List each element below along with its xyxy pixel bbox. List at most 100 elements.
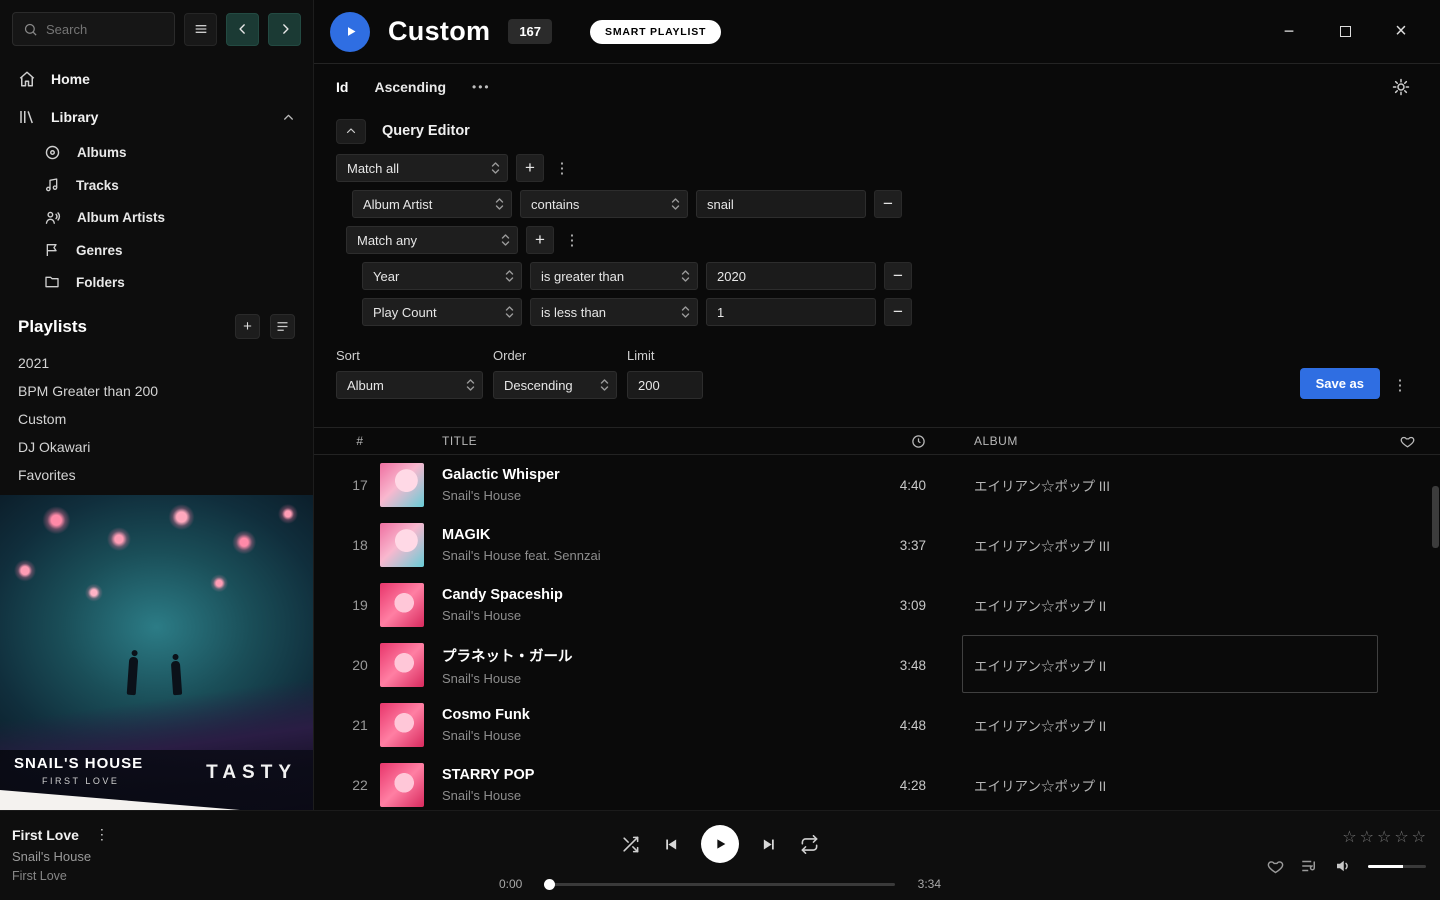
play-playlist-button[interactable]	[330, 12, 370, 52]
table-row[interactable]: 17 Galactic Whisper Snail's House 4:40 エ…	[314, 455, 1440, 515]
next-button[interactable]	[761, 836, 778, 853]
queue-button[interactable]	[1300, 857, 1318, 875]
track-album: エイリアン☆ポップ II	[974, 775, 1374, 795]
star-icon[interactable]: ☆	[1342, 827, 1356, 846]
group-menu-button[interactable]: ⋮	[562, 226, 582, 254]
sidebar: Home Library Albums	[0, 0, 313, 810]
limit-input[interactable]	[627, 371, 703, 399]
play-pause-button[interactable]	[701, 825, 739, 863]
sidebar-item-library[interactable]: Library	[0, 98, 313, 136]
rule-field-select[interactable]: Album Artist	[352, 190, 512, 218]
more-options-button[interactable]: •••	[472, 80, 491, 94]
volume-button[interactable]	[1334, 857, 1352, 875]
table-row[interactable]: 18 MAGIK Snail's House feat. Sennzai 3:3…	[314, 515, 1440, 575]
transport-controls	[621, 825, 819, 863]
artwork-artist: SNAIL'S HOUSE	[14, 755, 143, 772]
rule-value-input[interactable]	[706, 298, 876, 326]
star-icon[interactable]: ☆	[1360, 827, 1374, 846]
group-menu-button[interactable]: ⋮	[552, 154, 572, 182]
rule-field-select[interactable]: Play Count	[362, 298, 522, 326]
star-icon[interactable]: ☆	[1394, 827, 1408, 846]
table-row[interactable]: 20 プラネット・ガール Snail's House 3:48 エイリアン☆ポッ…	[314, 635, 1440, 695]
limit-label: Limit	[627, 348, 703, 363]
table-row[interactable]: 21 Cosmo Funk Snail's House 4:48 エイリアン☆ポ…	[314, 695, 1440, 755]
add-rule-button[interactable]: +	[526, 226, 554, 254]
select-value: Descending	[504, 378, 573, 393]
remove-rule-button[interactable]: −	[884, 262, 912, 290]
favorite-button[interactable]	[1267, 858, 1284, 875]
collapse-query-editor-button[interactable]	[336, 119, 366, 144]
remove-rule-button[interactable]: −	[884, 298, 912, 326]
column-title[interactable]: TITLE	[442, 434, 868, 448]
sidebar-item-album-artists[interactable]: Album Artists	[0, 201, 313, 234]
previous-button[interactable]	[662, 836, 679, 853]
volume-slider[interactable]	[1368, 865, 1426, 868]
match-mode-select[interactable]: Match any	[346, 226, 518, 254]
match-mode-select[interactable]: Match all	[336, 154, 508, 182]
close-button[interactable]: ×	[1388, 19, 1414, 45]
rule-operator-select[interactable]: contains	[520, 190, 688, 218]
column-favorite[interactable]	[1374, 434, 1440, 449]
chevron-up-icon[interactable]	[282, 111, 295, 124]
remove-rule-button[interactable]: −	[874, 190, 902, 218]
sidebar-item-home[interactable]: Home	[0, 60, 313, 98]
seek-bar[interactable]	[545, 883, 895, 886]
track-menu-button[interactable]: ⋮	[95, 826, 109, 843]
home-icon	[18, 70, 36, 88]
minimize-button[interactable]: −	[1276, 19, 1302, 45]
save-menu-button[interactable]: ⋮	[1390, 371, 1410, 399]
updown-icon	[505, 269, 514, 283]
column-album[interactable]: ALBUM	[974, 434, 1374, 448]
heart-icon	[1400, 434, 1415, 449]
playlist-item[interactable]: 2021	[18, 349, 295, 377]
add-playlist-button[interactable]: +	[235, 314, 260, 339]
shuffle-button[interactable]	[621, 835, 640, 854]
settings-button[interactable]	[1392, 78, 1410, 96]
table-row[interactable]: 19 Candy Spaceship Snail's House 3:09 エイ…	[314, 575, 1440, 635]
repeat-button[interactable]	[800, 835, 819, 854]
star-icon[interactable]: ☆	[1412, 827, 1426, 846]
scrollbar-thumb[interactable]	[1432, 486, 1439, 548]
column-duration[interactable]	[868, 434, 928, 449]
artist-icon	[44, 209, 61, 226]
select-value: Album	[347, 378, 384, 393]
playlist-item[interactable]: Custom	[18, 405, 295, 433]
track-album-focused[interactable]: エイリアン☆ポップ II	[974, 655, 1374, 675]
table-row[interactable]: 22 STARRY POP Snail's House 4:28 エイリアン☆ポ…	[314, 755, 1440, 810]
rule-operator-select[interactable]: is less than	[530, 298, 698, 326]
forward-button[interactable]	[268, 13, 301, 46]
sidebar-item-folders[interactable]: Folders	[0, 266, 313, 298]
save-as-button[interactable]: Save as	[1300, 368, 1380, 399]
star-icon[interactable]: ☆	[1377, 827, 1391, 846]
sidebar-item-albums[interactable]: Albums	[0, 136, 313, 169]
rule-operator-select[interactable]: is greater than	[530, 262, 698, 290]
column-number[interactable]: #	[340, 434, 380, 448]
sidebar-item-tracks[interactable]: Tracks	[0, 169, 313, 201]
search-input[interactable]	[46, 22, 164, 37]
add-rule-button[interactable]: +	[516, 154, 544, 182]
sidebar-item-genres[interactable]: Genres	[0, 234, 313, 266]
sort-direction-button[interactable]: Ascending	[374, 79, 446, 95]
album-art-thumbnail	[380, 583, 424, 627]
maximize-button[interactable]	[1332, 19, 1358, 45]
rule-field-select[interactable]: Year	[362, 262, 522, 290]
sort-select[interactable]: Album	[336, 371, 483, 399]
menu-button[interactable]	[184, 13, 217, 46]
query-group-2: Match any + ⋮	[346, 226, 1440, 254]
order-select[interactable]: Descending	[493, 371, 617, 399]
sort-field-button[interactable]: Id	[336, 79, 348, 95]
back-button[interactable]	[226, 13, 259, 46]
playlist-item[interactable]: DJ Okawari	[18, 433, 295, 461]
rule-value-input[interactable]	[706, 262, 876, 290]
search-box[interactable]	[12, 12, 175, 46]
playlist-list-button[interactable]	[270, 314, 295, 339]
now-playing-artwork[interactable]: SNAIL'S HOUSE FIRST LOVE TASTY	[0, 495, 313, 810]
playlist-item[interactable]: Favorites	[18, 461, 295, 489]
playlist-item[interactable]: BPM Greater than 200	[18, 377, 295, 405]
rule-value-input[interactable]	[696, 190, 866, 218]
chevron-right-icon	[278, 22, 292, 36]
select-value: Play Count	[373, 305, 437, 320]
seek-handle[interactable]	[544, 879, 555, 890]
track-duration: 3:37	[868, 538, 928, 553]
order-label: Order	[493, 348, 617, 363]
